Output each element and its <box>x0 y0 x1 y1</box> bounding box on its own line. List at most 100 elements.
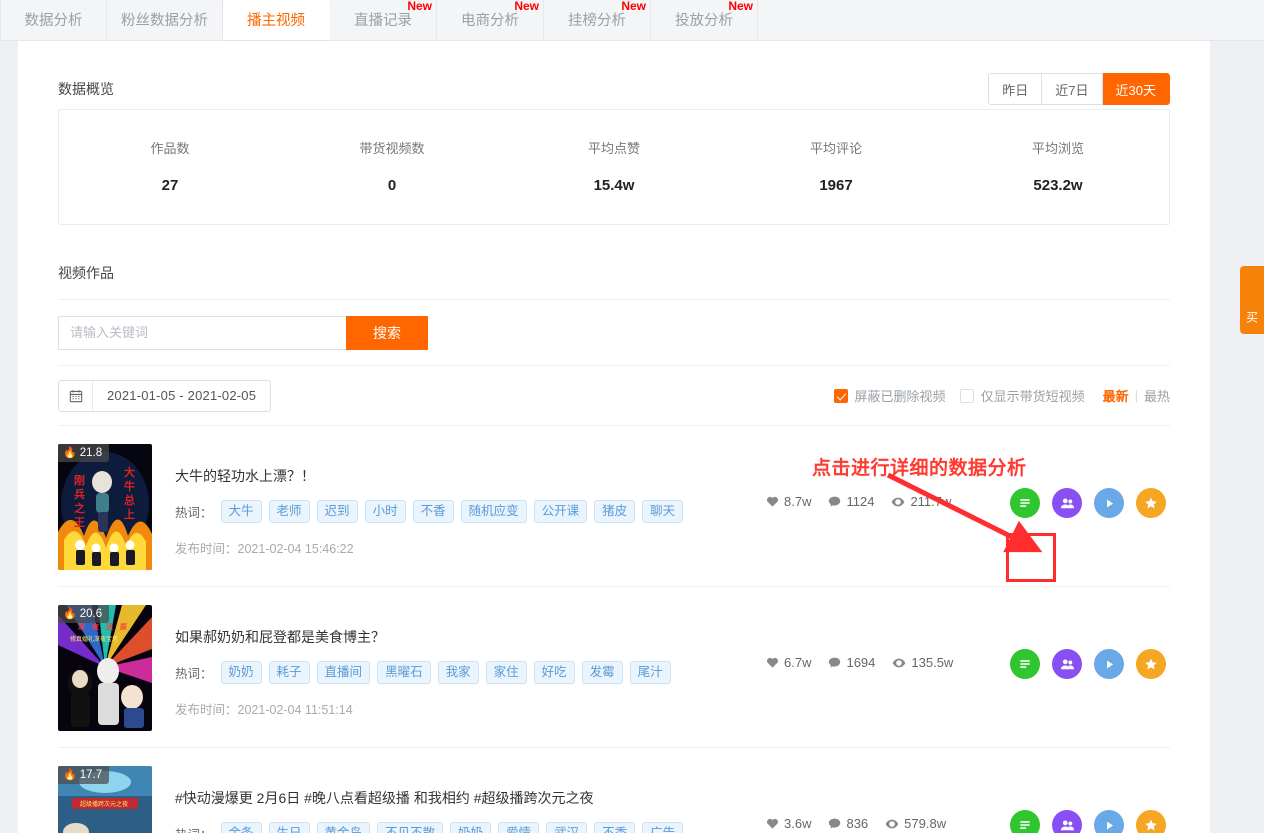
analysis-icon[interactable] <box>1010 810 1040 833</box>
svg-text:夜: 夜 <box>91 622 100 631</box>
video-thumbnail[interactable]: 深夜还原 修真婚礼深夜宝塔 🔥 20.6 <box>58 605 152 731</box>
video-publish-time: 发布时间：2021-02-04 15:46:22 <box>175 538 766 557</box>
tag-chip[interactable]: 爱情 <box>498 821 540 833</box>
video-list-item[interactable]: 大牛 总上 刚兵 之王 🔥 21.8 大牛的轻功水上漂？！ 热词： 大牛 老师 … <box>58 426 1170 587</box>
annotation-text: 点击进行详细的数据分析 <box>812 458 1027 479</box>
svg-text:修真婚礼深夜宝塔: 修真婚礼深夜宝塔 <box>70 635 118 643</box>
date-range-picker[interactable]: 2021-01-05 - 2021-02-05 <box>58 379 272 412</box>
tag-chip[interactable]: 小时 <box>364 499 406 523</box>
tag-chip[interactable]: 好吃 <box>533 660 575 684</box>
tag-chip[interactable]: 公开课 <box>533 499 588 523</box>
sort-links: 最新 | 最热 <box>1103 386 1170 405</box>
video-list-item[interactable]: 深夜还原 修真婚礼深夜宝塔 🔥 20.6 如果郝奶奶和屁登都是美食博主？ 热词：… <box>58 587 1170 748</box>
video-title[interactable]: 大牛的轻功水上漂？！ <box>175 468 766 485</box>
filter-options: 屏蔽已删除视频 仅显示带货短视频 最新 | 最热 <box>833 386 1170 405</box>
audience-icon[interactable] <box>1052 810 1082 833</box>
search-button[interactable]: 搜索 <box>346 315 428 350</box>
tag-chip[interactable]: 生日 <box>268 821 310 833</box>
tag-chip[interactable]: 黄金岛 <box>316 821 371 833</box>
comment-icon <box>828 817 841 830</box>
tag-chip[interactable]: 奶奶 <box>450 821 492 833</box>
tag-chip[interactable]: 不香 <box>594 821 636 833</box>
tab-zhibo-jilu[interactable]: New 直播记录 <box>330 0 437 40</box>
checkbox-box[interactable] <box>959 388 974 403</box>
heart-icon <box>766 656 779 669</box>
tag-chip[interactable]: 猪皮 <box>594 499 636 523</box>
search-input[interactable] <box>58 315 346 350</box>
sort-newest[interactable]: 最新 <box>1103 386 1129 405</box>
tag-chip[interactable]: 耗子 <box>268 660 310 684</box>
video-thumbnail[interactable]: 超级播跨次元之夜 🔥 17.7 <box>58 766 152 833</box>
tag-chip[interactable]: 直播间 <box>316 660 371 684</box>
tag-chip[interactable]: 不见不散 <box>377 821 444 833</box>
video-thumbnail[interactable]: 大牛 总上 刚兵 之王 🔥 21.8 <box>58 444 152 570</box>
metric-value: 135.5w <box>911 655 954 670</box>
checkbox-box[interactable] <box>833 388 848 403</box>
star-icon[interactable] <box>1136 488 1166 518</box>
tag-chip[interactable]: 广告 <box>642 821 684 833</box>
audience-icon[interactable] <box>1052 488 1082 518</box>
metric-views: 135.5w <box>892 655 953 670</box>
tag-chip[interactable]: 家住 <box>485 660 527 684</box>
video-title[interactable]: #快动漫爆更 2月6日 #晚八点看超级播 和我相约 #超级播跨次元之夜 <box>175 790 766 807</box>
tag-chip[interactable]: 奶奶 <box>220 660 262 684</box>
tag-chip[interactable]: 老师 <box>268 499 310 523</box>
tag-chip[interactable]: 随机应变 <box>460 499 527 523</box>
tab-dianshang-fenxi[interactable]: New 电商分析 <box>437 0 544 40</box>
range-button-7days[interactable]: 近7日 <box>1042 73 1103 105</box>
date-range-toggle-group: 昨日 近7日 近30天 <box>988 73 1170 105</box>
metric-value: 3.6w <box>784 816 812 831</box>
tag-chip[interactable]: 不香 <box>412 499 454 523</box>
hot-score-badge: 🔥 17.7 <box>58 766 110 784</box>
overview-header: 数据概览 昨日 近7日 近30天 <box>58 41 1170 105</box>
svg-text:深: 深 <box>78 622 85 631</box>
analysis-icon[interactable] <box>1010 649 1040 679</box>
star-icon[interactable] <box>1136 810 1166 833</box>
sort-hottest[interactable]: 最热 <box>1144 386 1170 405</box>
metric-value: 6.7w <box>784 655 812 670</box>
range-button-30days[interactable]: 近30天 <box>1102 73 1170 105</box>
svg-text:还: 还 <box>105 622 114 631</box>
stat-value: 0 <box>387 177 397 194</box>
tab-guabang-fenxi[interactable]: New 挂榜分析 <box>544 0 651 40</box>
tag-chip[interactable]: 发霉 <box>581 660 623 684</box>
tag-chip[interactable]: 迟到 <box>316 499 358 523</box>
tag-chip[interactable]: 聊天 <box>642 499 684 523</box>
star-icon[interactable] <box>1136 649 1166 679</box>
range-button-yesterday[interactable]: 昨日 <box>988 73 1043 105</box>
calendar-icon <box>59 380 93 411</box>
side-promo-tab[interactable]: 买 <box>1240 266 1264 334</box>
new-badge: New <box>407 0 432 13</box>
tag-chip[interactable]: 武汉 <box>546 821 588 833</box>
stat-label: 平均点赞 <box>587 141 640 156</box>
play-icon[interactable] <box>1094 488 1124 518</box>
tag-chip[interactable]: 黑曜石 <box>377 660 431 684</box>
metric-value: 1694 <box>846 655 876 670</box>
video-title[interactable]: 如果郝奶奶和屁登都是美食博主？ <box>175 629 766 646</box>
tab-fensi-shuju-fenxi[interactable]: 粉丝数据分析 <box>107 0 223 40</box>
metric-value: 211.7w <box>910 494 952 509</box>
tag-chip[interactable]: 我家 <box>437 660 479 684</box>
tag-chip[interactable]: 大牛 <box>220 499 262 523</box>
metric-value: 579.8w <box>904 816 947 831</box>
tab-shuju-fenxi[interactable]: 数据分析 <box>0 0 107 40</box>
play-icon[interactable] <box>1094 649 1124 679</box>
metric-likes: 8.7w <box>766 494 811 509</box>
heart-icon <box>766 817 779 830</box>
hot-score-value: 17.7 <box>79 769 103 781</box>
flame-icon: 🔥 <box>63 607 77 620</box>
tab-toufang-fenxi[interactable]: New 投放分析 <box>651 0 758 40</box>
video-list-item[interactable]: 超级播跨次元之夜 🔥 17.7 #快动漫爆更 2月6日 #晚八点看超级播 和我相… <box>58 748 1170 833</box>
tab-bozhu-shipin[interactable]: 播主视频 <box>223 0 330 40</box>
checkbox-hide-deleted-videos[interactable]: 屏蔽已删除视频 <box>833 386 946 405</box>
checkbox-only-commerce-videos[interactable]: 仅显示带货短视频 <box>959 386 1085 405</box>
audience-icon[interactable] <box>1052 649 1082 679</box>
tag-chip[interactable]: 尾汁 <box>629 660 671 684</box>
comment-icon <box>828 656 841 669</box>
stat-value: 1967 <box>819 177 853 194</box>
tag-chip[interactable]: 金条 <box>220 821 262 833</box>
play-icon[interactable] <box>1094 810 1124 833</box>
analysis-icon[interactable] <box>1010 488 1040 518</box>
svg-text:总: 总 <box>124 493 135 507</box>
works-section-title: 视频作品 <box>58 263 1170 300</box>
